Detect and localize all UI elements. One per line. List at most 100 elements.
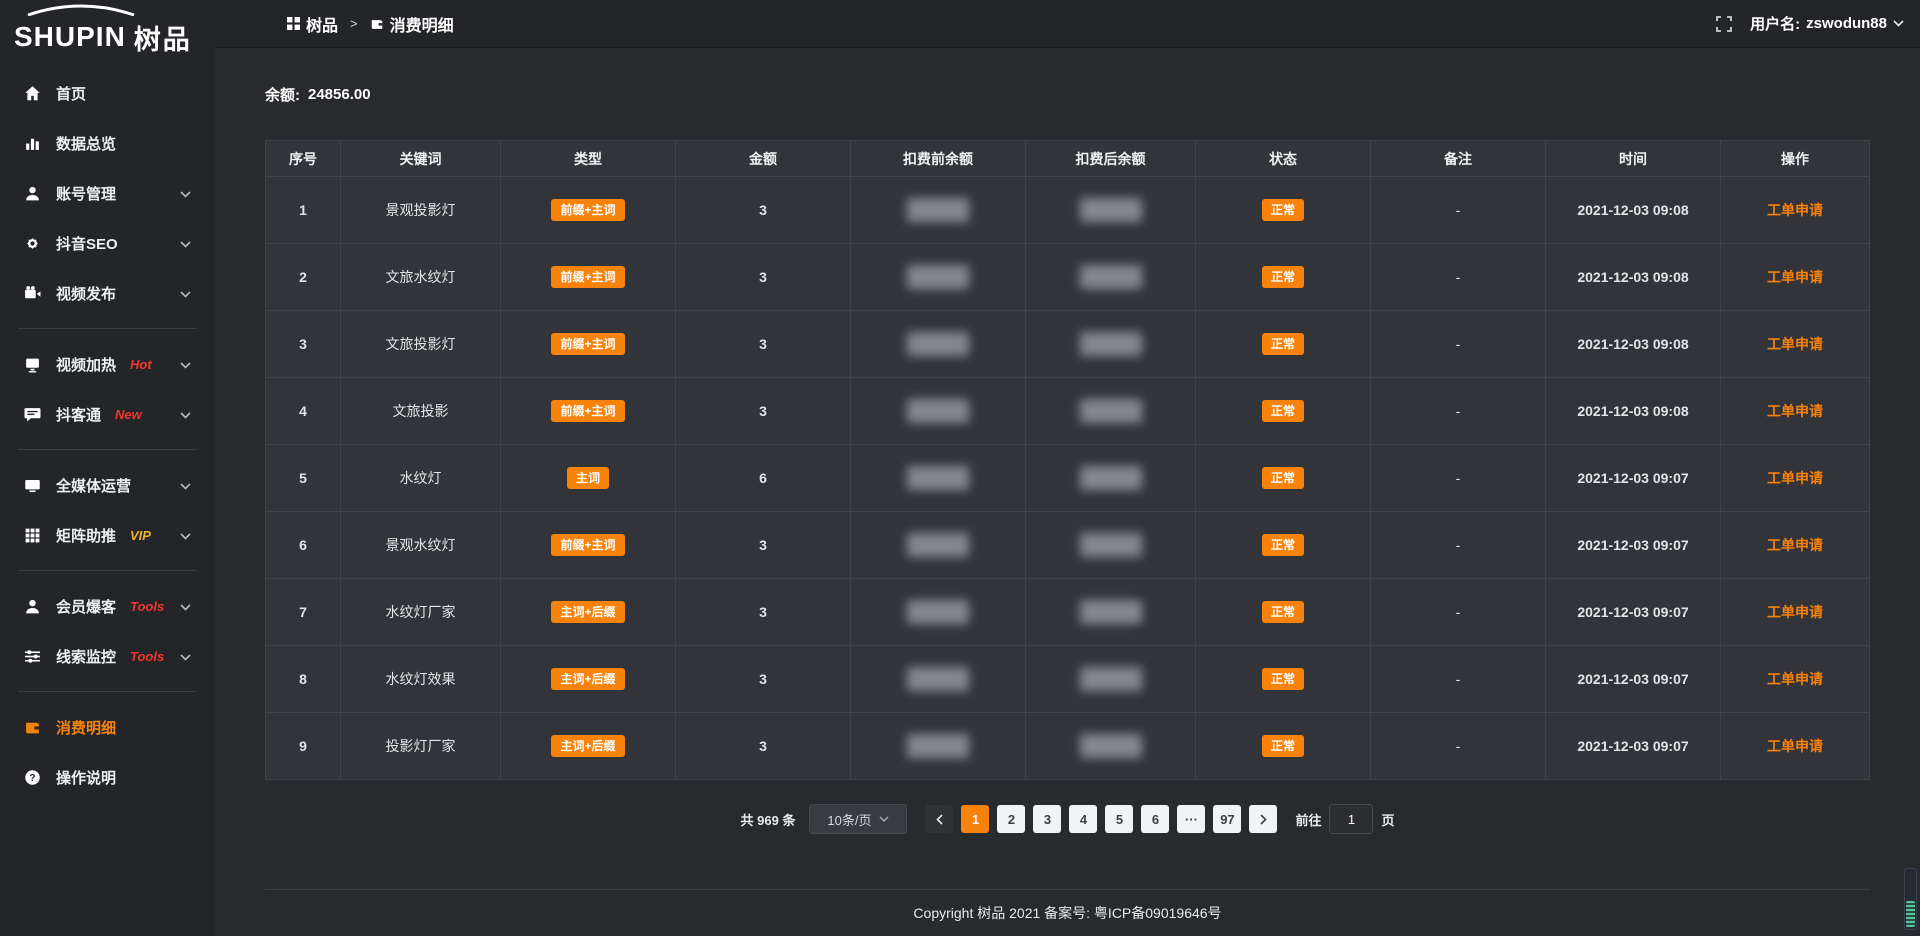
chevron-down-icon — [180, 356, 191, 373]
breadcrumb-root[interactable]: 树品 — [287, 12, 338, 36]
cell-time: 2021-12-03 09:07 — [1546, 445, 1721, 512]
chevron-down-icon — [180, 406, 191, 423]
cell-index: 6 — [266, 512, 341, 579]
username-label: 用户名: — [1750, 13, 1800, 34]
cell-status: 正常 — [1196, 579, 1371, 646]
cell-balance-after — [1026, 244, 1196, 311]
redacted-value — [1080, 265, 1142, 289]
cell-index: 5 — [266, 445, 341, 512]
redacted-value — [907, 399, 969, 423]
page-button-6[interactable]: 6 — [1141, 805, 1169, 833]
cell-index: 9 — [266, 713, 341, 780]
cell-keyword: 景观投影灯 — [341, 177, 501, 244]
cell-index: 2 — [266, 244, 341, 311]
cell-keyword: 文旅投影灯 — [341, 311, 501, 378]
cell-status: 正常 — [1196, 244, 1371, 311]
breadcrumb-root-label: 树品 — [306, 12, 338, 36]
sidebar-item-lead-monitor[interactable]: 线索监控 Tools — [0, 631, 215, 681]
page-button-4[interactable]: 4 — [1069, 805, 1097, 833]
work-order-link[interactable]: 工单申请 — [1767, 334, 1823, 354]
page-size-select[interactable]: 10条/页 — [809, 804, 907, 834]
cell-balance-before — [851, 311, 1026, 378]
sidebar-item-all-media[interactable]: 全媒体运营 — [0, 460, 215, 510]
sidebar-item-consume-detail[interactable]: 消费明细 — [0, 702, 215, 752]
sidebar-item-douketong[interactable]: 抖客通 New — [0, 389, 215, 439]
sidebar-item-video-publish[interactable]: 视频发布 — [0, 268, 215, 318]
wallet-icon — [24, 719, 41, 736]
fullscreen-icon[interactable] — [1716, 16, 1732, 32]
chevron-down-icon — [180, 477, 191, 494]
home-icon — [24, 85, 41, 102]
cell-time: 2021-12-03 09:07 — [1546, 713, 1721, 780]
sidebar-item-label: 抖音SEO — [56, 233, 118, 254]
page-button-3[interactable]: 3 — [1033, 805, 1061, 833]
work-order-link[interactable]: 工单申请 — [1767, 602, 1823, 622]
work-order-link[interactable]: 工单申请 — [1767, 200, 1823, 220]
next-page-button[interactable] — [1249, 805, 1277, 833]
sidebar-item-video-heat[interactable]: 视频加热 Hot — [0, 339, 215, 389]
page-button-97[interactable]: 97 — [1213, 805, 1241, 833]
redacted-value — [1080, 399, 1142, 423]
cell-action: 工单申请 — [1721, 445, 1869, 512]
redacted-value — [907, 734, 969, 758]
cell-remark: - — [1371, 512, 1546, 579]
table-row: 6 景观水纹灯 前缀+主词 3 正常 - 2021-12-03 09:07 工单… — [266, 512, 1869, 579]
scrollbar[interactable] — [1904, 868, 1917, 930]
cell-remark: - — [1371, 445, 1546, 512]
goto-page: 前往 页 — [1295, 804, 1394, 834]
status-badge: 正常 — [1262, 266, 1304, 288]
logo-text: SHUPIN — [14, 21, 126, 53]
cell-remark: - — [1371, 579, 1546, 646]
scrollbar-thumb[interactable] — [1906, 901, 1915, 927]
cell-status: 正常 — [1196, 646, 1371, 713]
chevron-down-icon — [180, 598, 191, 615]
goto-page-input[interactable] — [1329, 804, 1373, 834]
sidebar-item-label: 数据总览 — [56, 133, 116, 154]
balance-value: 24856.00 — [308, 86, 371, 103]
breadcrumb-current-label: 消费明细 — [390, 12, 454, 36]
cell-type: 主词+后缀 — [501, 579, 676, 646]
cell-time: 2021-12-03 09:07 — [1546, 646, 1721, 713]
work-order-link[interactable]: 工单申请 — [1767, 669, 1823, 689]
redacted-value — [907, 667, 969, 691]
work-order-link[interactable]: 工单申请 — [1767, 736, 1823, 756]
status-badge: 正常 — [1262, 467, 1304, 489]
cell-status: 正常 — [1196, 445, 1371, 512]
cell-amount: 3 — [676, 646, 851, 713]
sidebar-item-account[interactable]: 账号管理 — [0, 168, 215, 218]
user-menu[interactable]: 用户名: zswodun88 — [1750, 13, 1904, 34]
page-button-1[interactable]: 1 — [961, 805, 989, 833]
table-body: 1 景观投影灯 前缀+主词 3 正常 - 2021-12-03 09:08 工单… — [266, 177, 1869, 780]
sidebar-item-member-burst[interactable]: 会员爆客 Tools — [0, 581, 215, 631]
type-badge: 前缀+主词 — [551, 266, 624, 288]
sidebar: SHUPIN 树品 首页 数据总览 账号管理 抖音SEO — [0, 0, 215, 936]
sidebar-item-douyin-seo[interactable]: 抖音SEO — [0, 218, 215, 268]
work-order-link[interactable]: 工单申请 — [1767, 535, 1823, 555]
sidebar-item-data-overview[interactable]: 数据总览 — [0, 118, 215, 168]
sidebar-item-label: 会员爆客 — [56, 596, 116, 617]
wallet-icon — [370, 17, 384, 31]
sidebar-item-instructions[interactable]: ? 操作说明 — [0, 752, 215, 802]
cell-status: 正常 — [1196, 512, 1371, 579]
cell-balance-after — [1026, 177, 1196, 244]
cell-remark: - — [1371, 378, 1546, 445]
redacted-value — [1080, 198, 1142, 222]
page-button-5[interactable]: 5 — [1105, 805, 1133, 833]
page-ellipsis-button[interactable]: ··· — [1177, 805, 1205, 833]
cell-keyword: 文旅水纹灯 — [341, 244, 501, 311]
work-order-link[interactable]: 工单申请 — [1767, 267, 1823, 287]
work-order-link[interactable]: 工单申请 — [1767, 401, 1823, 421]
redacted-value — [1080, 667, 1142, 691]
work-order-link[interactable]: 工单申请 — [1767, 468, 1823, 488]
col-header-type: 类型 — [501, 141, 676, 177]
topbar-right: 用户名: zswodun88 — [1716, 13, 1904, 34]
table-row: 3 文旅投影灯 前缀+主词 3 正常 - 2021-12-03 09:08 工单… — [266, 311, 1869, 378]
sidebar-item-home[interactable]: 首页 — [0, 68, 215, 118]
sidebar-item-matrix-boost[interactable]: 矩阵助推 VIP — [0, 510, 215, 560]
chevron-down-icon — [1893, 20, 1904, 27]
prev-page-button[interactable] — [925, 805, 953, 833]
chat-icon — [24, 406, 41, 423]
balance: 余额: 24856.00 — [265, 76, 1870, 112]
status-badge: 正常 — [1262, 199, 1304, 221]
page-button-2[interactable]: 2 — [997, 805, 1025, 833]
